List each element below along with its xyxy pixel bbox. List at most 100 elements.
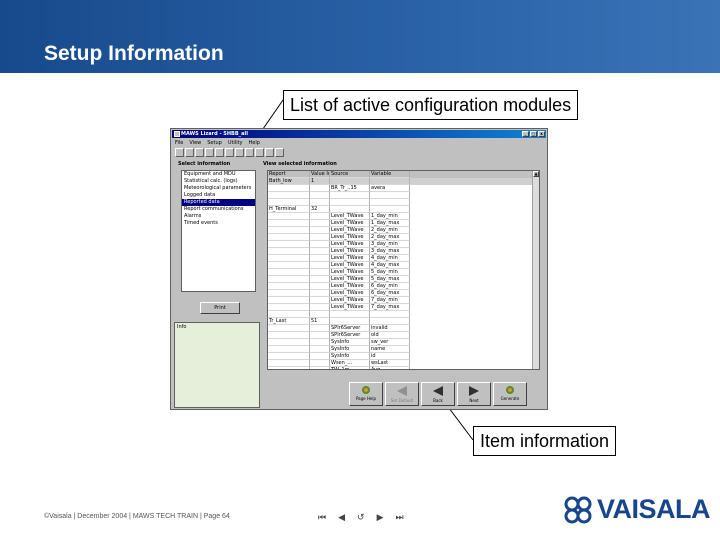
list-item[interactable]: Statistical calc. (logs) <box>182 178 255 185</box>
table-row[interactable]: SPIr6Server invalid <box>268 325 539 332</box>
copy-icon[interactable] <box>215 148 224 157</box>
first-slide-icon[interactable]: ⏮ <box>318 512 326 522</box>
table-cell <box>268 290 310 297</box>
previous-slide-icon[interactable]: ◀ <box>338 512 345 522</box>
table-row[interactable]: Tr_Last 51 <box>268 318 539 325</box>
close-button[interactable]: x <box>538 131 545 137</box>
list-item-selected[interactable]: Reported data <box>182 199 255 206</box>
column-header-value-id[interactable]: Value Id <box>310 171 330 178</box>
table-cell <box>310 276 330 283</box>
select-information-label: Select information <box>178 161 231 167</box>
table-cell <box>330 178 370 185</box>
next-slide-icon[interactable]: ▶ <box>377 512 384 522</box>
set-default-button[interactable]: Set Default <box>385 382 419 406</box>
return-icon[interactable]: ↺ <box>357 512 365 522</box>
minimize-button[interactable]: _ <box>522 131 529 137</box>
table-row[interactable]: Level_TWave 7_day_min <box>268 297 539 304</box>
table-row[interactable]: Level_TWave 7_day_max <box>268 304 539 311</box>
table-cell: 7_day_min <box>370 297 410 304</box>
table-cell: BR_Tr_..15 <box>330 185 370 192</box>
table-row[interactable]: H_Terminal 32 <box>268 206 539 213</box>
gear-icon <box>362 386 370 394</box>
last-slide-icon[interactable]: ⏭ <box>396 512 404 522</box>
arrow-right-icon <box>469 386 479 396</box>
table-row[interactable]: SysInfo sw_ver <box>268 339 539 346</box>
table-row[interactable]: Level_TWave 3_day_min <box>268 241 539 248</box>
page-help-button[interactable]: Page Help <box>349 382 383 406</box>
slide-title: Setup Information <box>44 42 224 65</box>
list-item[interactable]: Alarms <box>182 213 255 220</box>
table-row[interactable]: Level_TWave 2_day_min <box>268 227 539 234</box>
help-icon[interactable] <box>265 148 274 157</box>
column-header-report[interactable]: Report <box>268 171 310 178</box>
table-cell <box>310 283 330 290</box>
table-cell <box>310 332 330 339</box>
vaisala-logo-mark-icon <box>564 496 592 523</box>
list-item[interactable]: Timed events <box>182 220 255 227</box>
menu-view[interactable]: View <box>189 139 201 147</box>
table-row[interactable]: Level_TWave 1_day_max <box>268 220 539 227</box>
table-row[interactable]: Level_TWave 2_day_max <box>268 234 539 241</box>
paste-icon[interactable] <box>225 148 234 157</box>
menu-help[interactable]: Help <box>249 139 260 147</box>
table-row[interactable]: SPIr6Server old <box>268 332 539 339</box>
column-header-variable[interactable]: Variable <box>370 171 410 178</box>
print-icon[interactable] <box>235 148 244 157</box>
list-item[interactable]: Meteorological parameters <box>182 185 255 192</box>
menu-setup[interactable]: Setup <box>207 139 222 147</box>
cut-icon[interactable] <box>205 148 214 157</box>
table-row[interactable]: Level_TWave 3_day_max <box>268 248 539 255</box>
module-list[interactable]: Equipment and MDU Statistical calc. (log… <box>181 170 256 292</box>
callout-item-info: Item information <box>473 426 617 456</box>
list-item[interactable]: Report communications <box>182 206 255 213</box>
table-row[interactable]: Level_TWave 6_day_max <box>268 290 539 297</box>
window-title: MAWS Lizard - SHBB_all <box>181 131 248 137</box>
list-item[interactable]: Logged data <box>182 192 255 199</box>
table-cell <box>310 248 330 255</box>
table-row[interactable]: TW_1m Avg <box>268 367 539 369</box>
table-row[interactable]: Level_TWave 1_day_min <box>268 213 539 220</box>
list-item[interactable]: Equipment and MDU <box>182 171 255 178</box>
maximize-button[interactable]: □ <box>530 131 537 137</box>
open-icon[interactable] <box>185 148 194 157</box>
table-row[interactable]: SysInfo name <box>268 346 539 353</box>
table-row[interactable]: Wsen_... wsLast <box>268 360 539 367</box>
menu-file[interactable]: File <box>175 139 183 147</box>
information-grid[interactable]: Report Value Id Source Variable Bath_low… <box>267 170 540 370</box>
back-button[interactable]: Back <box>421 382 455 406</box>
table-row[interactable] <box>268 311 539 318</box>
table-row[interactable]: SysInfo id <box>268 353 539 360</box>
new-icon[interactable] <box>175 148 184 157</box>
column-header-source[interactable]: Source <box>330 171 370 178</box>
table-cell <box>268 241 310 248</box>
scroll-up-button[interactable]: ▲ <box>533 171 539 177</box>
table-cell: 5_day_min <box>370 269 410 276</box>
table-row[interactable]: BR_Tr_..15 avera <box>268 185 539 192</box>
next-button[interactable]: Next <box>457 382 491 406</box>
terminal-icon[interactable] <box>255 148 264 157</box>
table-row[interactable]: Bath_low 1 <box>268 178 539 185</box>
table-row[interactable]: Level_TWave 5_day_min <box>268 269 539 276</box>
table-row[interactable]: Level_TWave 4_day_min <box>268 255 539 262</box>
table-cell <box>268 304 310 311</box>
setup-icon[interactable] <box>245 148 254 157</box>
table-row[interactable]: Level_TWave 4_day_max <box>268 262 539 269</box>
table-row[interactable] <box>268 199 539 206</box>
table-row[interactable]: Level_TWave 5_day_max <box>268 276 539 283</box>
table-row[interactable] <box>268 192 539 199</box>
table-cell: old <box>370 332 410 339</box>
table-cell: H_Terminal <box>268 206 310 213</box>
table-cell: Level_TWave <box>330 234 370 241</box>
info-icon[interactable] <box>275 148 284 157</box>
table-row[interactable]: Level_TWave 6_day_min <box>268 283 539 290</box>
print-button[interactable]: Print <box>200 302 240 314</box>
menu-utility[interactable]: Utility <box>228 139 243 147</box>
table-cell: 7_day_max <box>370 304 410 311</box>
generate-button[interactable]: Generate <box>493 382 527 406</box>
vertical-scrollbar[interactable]: ▲ <box>532 171 539 369</box>
table-cell: 3_day_max <box>370 248 410 255</box>
table-cell <box>268 283 310 290</box>
table-cell: 4_day_min <box>370 255 410 262</box>
table-cell <box>370 206 410 213</box>
save-icon[interactable] <box>195 148 204 157</box>
